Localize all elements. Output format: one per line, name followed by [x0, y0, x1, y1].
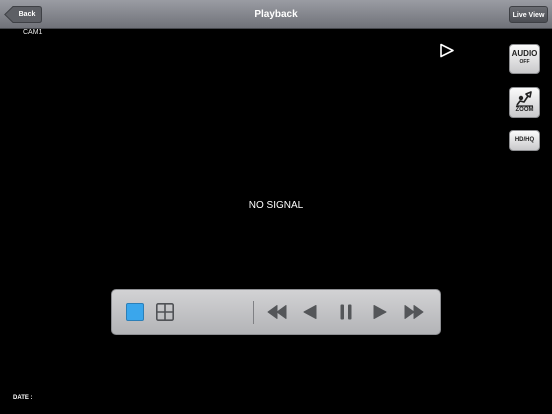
quad-view-button[interactable]: [156, 303, 174, 321]
control-divider: [253, 301, 254, 324]
pause-button[interactable]: [339, 304, 353, 320]
step-back-icon: [303, 305, 317, 319]
step-forward-button[interactable]: [373, 305, 387, 319]
zoom-label: ZOOM: [515, 107, 534, 113]
camera-label: CAM1: [23, 29, 43, 36]
fast-forward-button[interactable]: [404, 305, 424, 319]
zoom-button[interactable]: ZOOM: [509, 87, 540, 118]
live-view-button[interactable]: Live View: [509, 6, 548, 23]
navigation-bar: Back Playback Live View: [0, 0, 552, 29]
quad-view-icon: [156, 303, 174, 321]
play-icon[interactable]: [439, 43, 455, 63]
audio-label: AUDIO: [511, 49, 538, 58]
no-signal-text: NO SIGNAL: [248, 200, 304, 211]
playback-screen: Back Playback Live View CAM1 AUDIO OFF Z…: [0, 0, 552, 414]
quality-button[interactable]: HD/HQ: [509, 130, 540, 151]
single-view-button[interactable]: [126, 303, 144, 321]
rewind-icon: [267, 305, 287, 319]
audio-state: OFF: [519, 59, 530, 65]
playback-control-panel: [111, 289, 441, 335]
step-forward-icon: [373, 305, 387, 319]
pause-icon: [340, 304, 352, 320]
zoom-icon: [515, 91, 533, 107]
date-label: DATE :: [13, 395, 33, 401]
audio-toggle-button[interactable]: AUDIO OFF: [509, 44, 540, 74]
step-back-button[interactable]: [303, 305, 317, 319]
rewind-button[interactable]: [267, 305, 287, 319]
page-title: Playback: [254, 9, 298, 20]
fast-forward-icon: [404, 305, 424, 319]
single-view-icon: [126, 303, 144, 321]
